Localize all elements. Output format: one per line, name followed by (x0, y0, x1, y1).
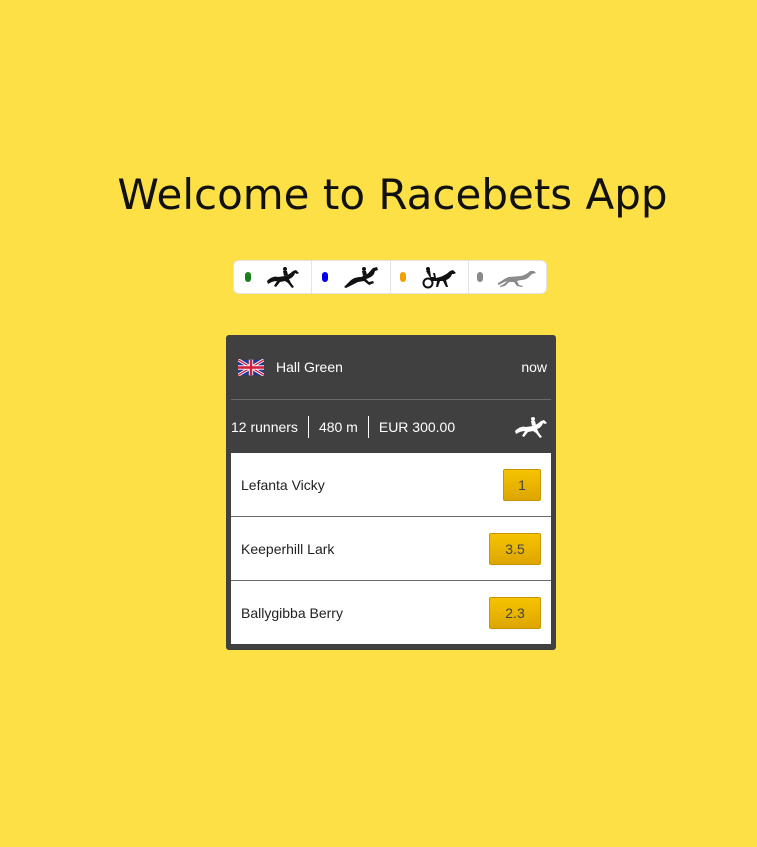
filter-trot[interactable] (391, 261, 469, 293)
odds-button[interactable]: 1 (503, 468, 541, 501)
runner-name: Keeperhill Lark (241, 540, 335, 557)
status-dot (477, 272, 484, 282)
harness-trot-icon (422, 267, 457, 289)
runner-row: Lefanta Vicky 1 (231, 453, 551, 517)
race-card[interactable]: Hall Green now 12 runners 480 m EUR 300.… (226, 335, 556, 650)
runners-count: 12 runners (231, 415, 309, 438)
odds-button[interactable]: 3.5 (489, 532, 541, 565)
horse-jump-icon (343, 267, 378, 288)
track-name: Hall Green (276, 359, 343, 375)
filter-greyhound[interactable] (469, 261, 546, 293)
runner-row: Keeperhill Lark 3.5 (231, 517, 551, 581)
page-title: Welcome to Racebets App (117, 170, 668, 219)
runners-list: Lefanta Vicky 1 Keeperhill Lark 3.5 Ball… (231, 453, 551, 644)
runner-name: Lefanta Vicky (241, 476, 325, 493)
odds-button[interactable]: 2.3 (489, 596, 541, 629)
runner-name: Ballygibba Berry (241, 604, 343, 621)
greyhound-icon (498, 271, 537, 287)
race-time: now (521, 359, 547, 375)
horse-gallop-icon (266, 267, 299, 288)
status-dot (400, 272, 407, 282)
race-info: 12 runners 480 m EUR 300.00 (231, 400, 551, 453)
race-prize: EUR 300.00 (378, 418, 456, 435)
race-header: Hall Green now (231, 335, 551, 400)
status-dot (244, 272, 251, 282)
race-distance: 480 m (309, 415, 369, 438)
race-type-filters (233, 260, 547, 294)
filter-jump[interactable] (312, 261, 391, 293)
filter-gallop[interactable] (234, 261, 313, 293)
status-dot (321, 272, 328, 282)
runner-row: Ballygibba Berry 2.3 (231, 581, 551, 644)
uk-flag-icon (238, 358, 264, 376)
horse-gallop-icon (515, 416, 547, 438)
